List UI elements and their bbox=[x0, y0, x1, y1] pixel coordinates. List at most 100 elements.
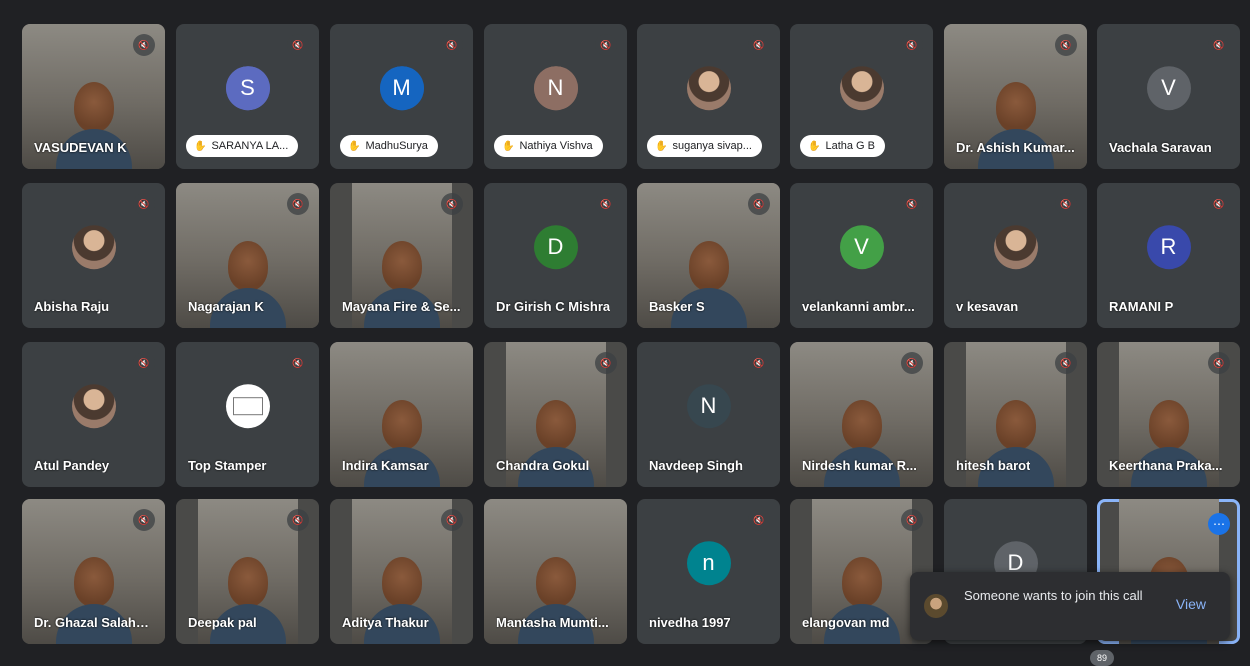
requester-avatar bbox=[924, 594, 948, 618]
participant-tile[interactable]: 🔇 Atul Pandey bbox=[22, 342, 165, 487]
participant-tile[interactable]: 🔇 Dr. Ashish Kumar... bbox=[944, 24, 1087, 169]
mic-off-icon: 🔇 bbox=[595, 352, 617, 374]
participant-name: Latha G B bbox=[825, 140, 875, 152]
participant-name: Top Stamper bbox=[188, 458, 267, 473]
profile-photo-avatar bbox=[993, 224, 1038, 269]
participant-tile[interactable]: M🔇✋MadhuSuryaM bbox=[330, 24, 473, 169]
stamp-logo-avatar bbox=[225, 383, 270, 428]
participant-name: nivedha 1997 bbox=[649, 615, 731, 630]
initial-avatar: N bbox=[686, 383, 731, 428]
participant-name: Dr. Ghazal Salahu... bbox=[34, 615, 154, 630]
mic-off-icon: 🔇 bbox=[595, 193, 617, 215]
participant-name: RAMANI P bbox=[1109, 299, 1174, 314]
participant-tile[interactable]: 🔇 Nagarajan K bbox=[176, 183, 319, 328]
participant-name: Aditya Thakur bbox=[342, 615, 429, 630]
raised-hand-icon: ✋ bbox=[502, 140, 515, 152]
participant-tile[interactable]: Indira Kamsar bbox=[330, 342, 473, 487]
mic-off-icon: 🔇 bbox=[901, 34, 923, 56]
profile-photo-avatar bbox=[71, 224, 116, 269]
participant-name: Atul Pandey bbox=[34, 458, 110, 473]
participant-name: Mantasha Mumti... bbox=[496, 615, 609, 630]
participant-name: velankanni ambr... bbox=[802, 299, 915, 314]
mic-off-icon: 🔇 bbox=[748, 509, 770, 531]
initial-avatar: V bbox=[1146, 65, 1191, 110]
participant-face bbox=[841, 557, 882, 607]
participant-name: VASUDEVAN K bbox=[34, 140, 127, 155]
participant-tile[interactable]: 🔇 Chandra Gokul bbox=[484, 342, 627, 487]
raised-hand-name-pill: ✋ Latha G B bbox=[800, 135, 885, 157]
participant-tile[interactable]: 🔇 Nirdesh kumar R... bbox=[790, 342, 933, 487]
participant-tile[interactable]: 🔇 VASUDEVAN K bbox=[22, 24, 165, 169]
participant-tile[interactable]: 🔇 Deepak pal bbox=[176, 499, 319, 644]
mic-off-icon: 🔇 bbox=[1055, 193, 1077, 215]
participant-tile[interactable]: 🔇 v kesavan bbox=[944, 183, 1087, 328]
participant-tile[interactable]: 🔇 Dr. Ghazal Salahu... bbox=[22, 499, 165, 644]
participant-name: suganya sivap... bbox=[672, 140, 752, 152]
participant-tile[interactable]: D 🔇 Dr Girish C Mishra bbox=[484, 183, 627, 328]
participant-tile[interactable]: 🔇 hitesh barot bbox=[944, 342, 1087, 487]
raised-hand-name-pill: ✋ SARANYA LA... bbox=[186, 135, 299, 157]
mic-off-icon: 🔇 bbox=[1208, 352, 1230, 374]
mic-off-icon: 🔇 bbox=[133, 509, 155, 531]
raised-hand-icon: ✋ bbox=[655, 140, 668, 152]
mic-off-icon: 🔇 bbox=[595, 34, 617, 56]
participant-name: MadhuSurya bbox=[365, 140, 428, 152]
participant-tile[interactable]: 🔇 Mayana Fire & Se... bbox=[330, 183, 473, 328]
mic-off-icon: 🔇 bbox=[1055, 352, 1077, 374]
participant-name: Basker S bbox=[649, 299, 705, 314]
mic-off-icon: 🔇 bbox=[748, 34, 770, 56]
participant-name: Dr. Ashish Kumar... bbox=[956, 140, 1075, 155]
participant-face bbox=[73, 557, 114, 607]
participant-name: Nagarajan K bbox=[188, 299, 264, 314]
raised-hand-name-pill: ✋ suganya sivap... bbox=[647, 135, 762, 157]
raised-hand-name-pill: ✋ MadhuSurya bbox=[340, 135, 438, 157]
profile-photo-avatar bbox=[686, 65, 731, 110]
participant-tile[interactable]: Mantasha Mumti... bbox=[484, 499, 627, 644]
mic-off-icon: 🔇 bbox=[287, 34, 309, 56]
mic-off-icon: 🔇 bbox=[901, 352, 923, 374]
participant-tile[interactable]: 🔇 Keerthana Praka... bbox=[1097, 342, 1240, 487]
participant-tile[interactable]: V 🔇 Vachala Saravan bbox=[1097, 24, 1240, 169]
participant-tile[interactable]: n 🔇 nivedha 1997 bbox=[637, 499, 780, 644]
initial-avatar: M bbox=[379, 65, 424, 110]
mic-off-icon: 🔇 bbox=[901, 193, 923, 215]
participant-name: v kesavan bbox=[956, 299, 1019, 314]
participant-tile[interactable]: N🔇✋Nathiya VishvaN bbox=[484, 24, 627, 169]
raised-hand-name-pill: ✋ Nathiya Vishva bbox=[494, 135, 603, 157]
participant-face bbox=[995, 400, 1036, 450]
participant-tile[interactable]: 🔇 ✋ Latha G B bbox=[790, 24, 933, 169]
mic-off-icon: 🔇 bbox=[287, 193, 309, 215]
raised-hand-icon: ✋ bbox=[194, 140, 207, 152]
mic-off-icon: 🔇 bbox=[133, 352, 155, 374]
mic-off-icon: 🔇 bbox=[1055, 34, 1077, 56]
initial-avatar: n bbox=[686, 540, 731, 585]
participant-tile[interactable]: R 🔇 RAMANI P bbox=[1097, 183, 1240, 328]
participant-tile[interactable]: V 🔇 velankanni ambr... bbox=[790, 183, 933, 328]
participant-name: Deepak pal bbox=[188, 615, 257, 630]
participant-face bbox=[381, 557, 422, 607]
view-request-button[interactable]: View bbox=[1176, 596, 1206, 612]
participant-tile[interactable]: 🔇 ✋ suganya sivap... bbox=[637, 24, 780, 169]
participant-name: SARANYA LA... bbox=[211, 140, 289, 152]
join-request-toast: Someone wants to join this call View bbox=[910, 572, 1230, 640]
participant-tile[interactable]: 🔇 Top Stamper bbox=[176, 342, 319, 487]
mic-off-icon: 🔇 bbox=[901, 509, 923, 531]
participant-tile[interactable]: S🔇✋SARANYA LA...S bbox=[176, 24, 319, 169]
initial-avatar: R bbox=[1146, 224, 1191, 269]
participant-tile[interactable]: 🔇 Basker S bbox=[637, 183, 780, 328]
participant-name: Mayana Fire & Se... bbox=[342, 299, 461, 314]
participant-tile[interactable]: 🔇 Abisha Raju bbox=[22, 183, 165, 328]
raised-hand-icon: ✋ bbox=[808, 140, 821, 152]
mic-off-icon: 🔇 bbox=[133, 34, 155, 56]
more-options-icon[interactable]: ⋯ bbox=[1208, 513, 1230, 535]
initial-avatar: N bbox=[533, 65, 578, 110]
participant-face bbox=[535, 400, 576, 450]
profile-photo-avatar bbox=[839, 65, 884, 110]
participant-face bbox=[841, 400, 882, 450]
participant-name: elangovan md bbox=[802, 615, 890, 630]
participant-tile[interactable]: 🔇 Aditya Thakur bbox=[330, 499, 473, 644]
participant-name: Indira Kamsar bbox=[342, 458, 429, 473]
participant-face bbox=[381, 400, 422, 450]
participant-tile[interactable]: N 🔇 Navdeep Singh bbox=[637, 342, 780, 487]
initial-avatar: V bbox=[839, 224, 884, 269]
